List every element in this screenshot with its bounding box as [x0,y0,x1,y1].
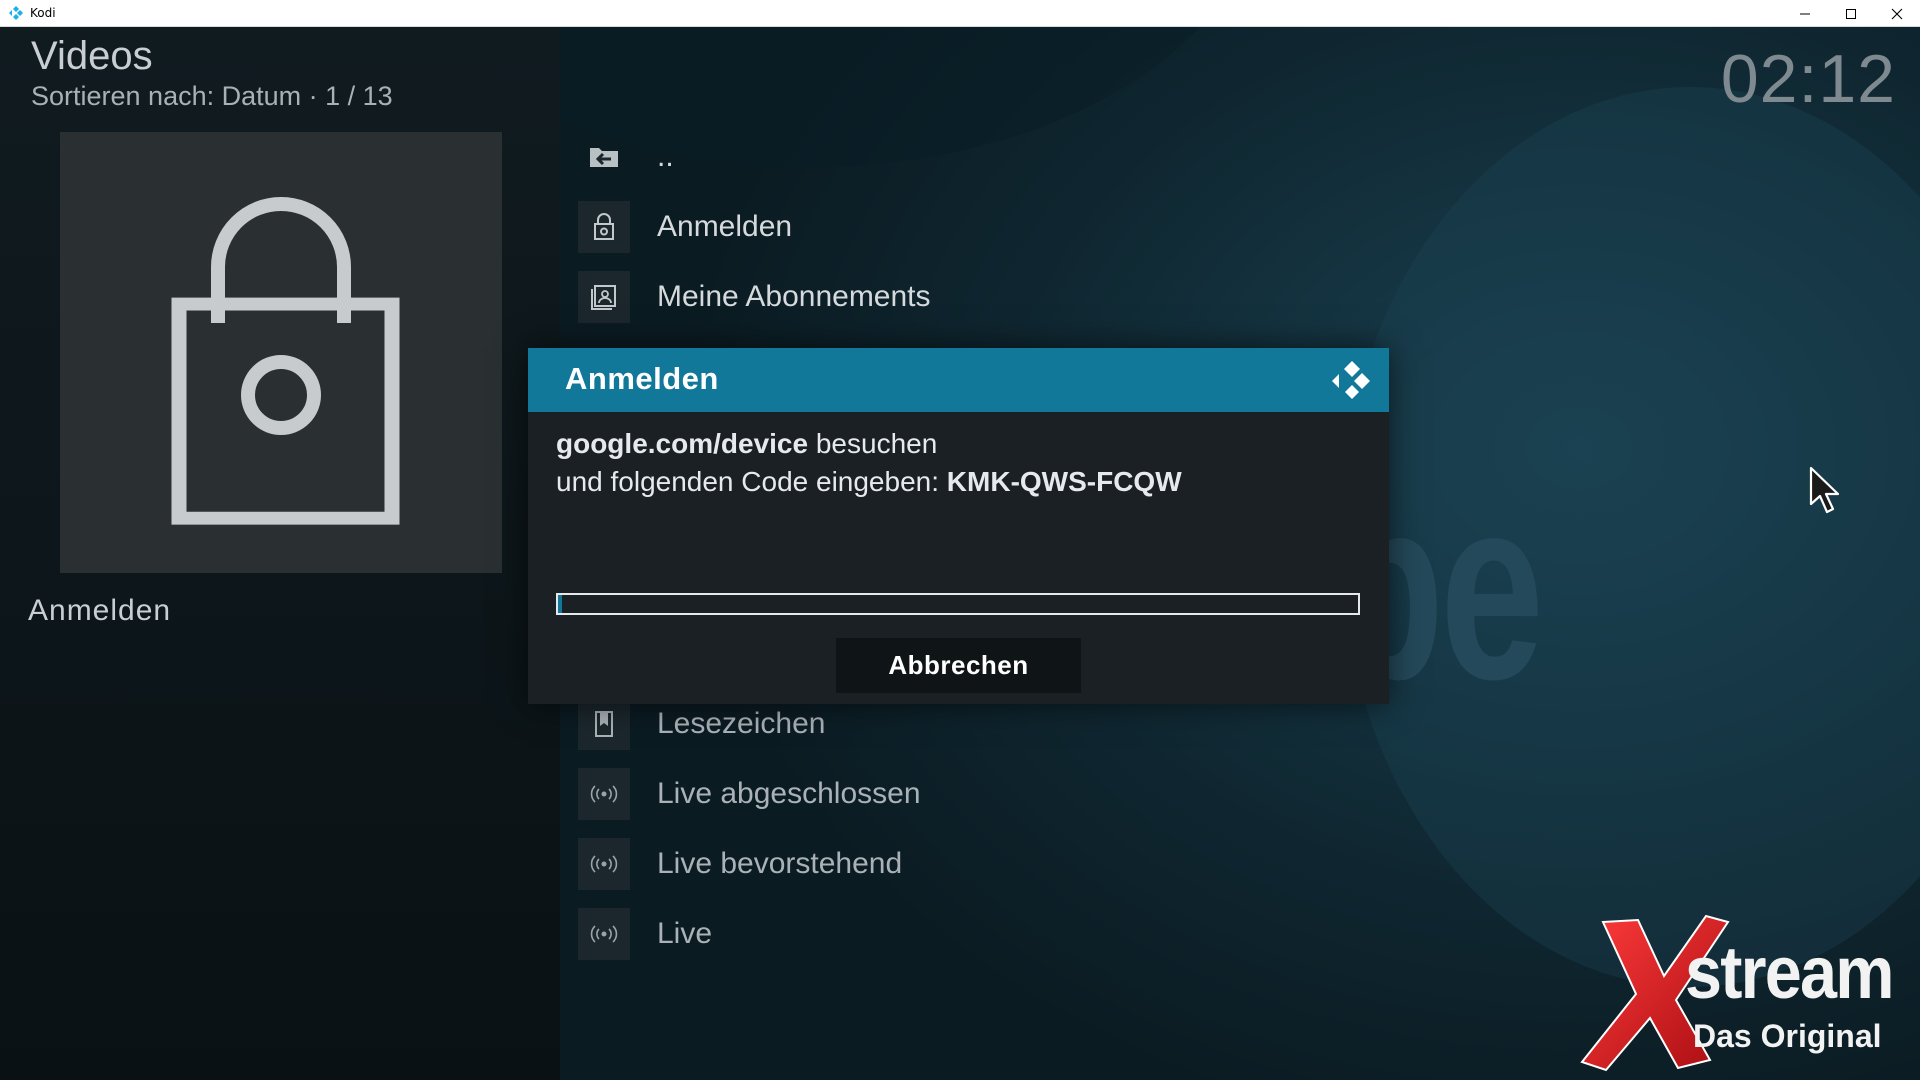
close-icon [1891,8,1903,19]
kodi-logo-icon [1332,361,1370,399]
sort-info: Sortieren nach: Datum · 1 / 13 [31,81,393,111]
list-item-label: Live abgeschlossen [657,777,921,810]
progress-bar [556,593,1360,615]
device-code: KMK-QWS-FCQW [946,466,1182,497]
list-item-parent[interactable]: .. [578,132,674,182]
list-item-label: Meine Abonnements [657,280,931,313]
subscriptions-icon [591,285,616,310]
live-broadcast-icon [590,925,618,943]
lock-icon [171,197,400,525]
dialog-instruction-line2: und folgenden Code eingeben: KMK-QWS-FCQ… [556,466,1182,497]
list-item-anmelden[interactable]: Anmelden [578,201,793,253]
lock-icon [594,213,614,240]
watermark-subtitle: Das Original [1693,1018,1882,1054]
cancel-button[interactable]: Abbrechen [836,638,1081,693]
mouse-cursor-icon [1809,466,1840,514]
list-item-live[interactable]: Live [578,908,713,960]
list-item-lesezeichen[interactable]: Lesezeichen [578,698,826,750]
login-dialog: Anmelden google.com/device besuchen und … [528,348,1389,704]
minimize-button[interactable] [1782,0,1828,27]
progress-fill [558,595,562,613]
list-item-meine-abonnements[interactable]: Meine Abonnements [578,271,931,323]
page-title: Videos [31,34,153,78]
minimize-icon [1800,13,1810,14]
list-item-label: Anmelden [657,210,793,243]
dialog-instruction-line1: google.com/device besuchen [556,428,938,459]
kodi-logo-icon [9,6,23,20]
item-thumbnail [60,132,502,573]
live-broadcast-icon [590,855,618,873]
list-item-label: Live bevorstehend [657,847,903,880]
window-title: Kodi [30,6,56,20]
dialog-header: Anmelden [528,348,1389,412]
dialog-title: Anmelden [565,361,719,396]
watermark-brand: stream [1685,931,1894,1014]
window-titlebar: Kodi [0,0,1920,27]
maximize-icon [1846,8,1856,19]
window-controls [1782,0,1920,27]
list-item-label: Live [657,917,713,950]
device-url: google.com/device [556,428,809,459]
list-item-label: Lesezeichen [657,707,826,740]
close-window-button[interactable] [1874,0,1920,27]
maximize-button[interactable] [1828,0,1874,27]
bookmark-icon [595,711,613,737]
list-item-live-bevorstehend[interactable]: Live bevorstehend [578,838,903,890]
clock: 02:12 [1720,41,1896,117]
list-item-live-abgeschlossen[interactable]: Live abgeschlossen [578,768,921,820]
live-broadcast-icon [590,785,618,803]
list-item-label: .. [657,140,674,173]
thumbnail-label: Anmelden [28,594,172,627]
folder-back-icon [590,148,618,167]
